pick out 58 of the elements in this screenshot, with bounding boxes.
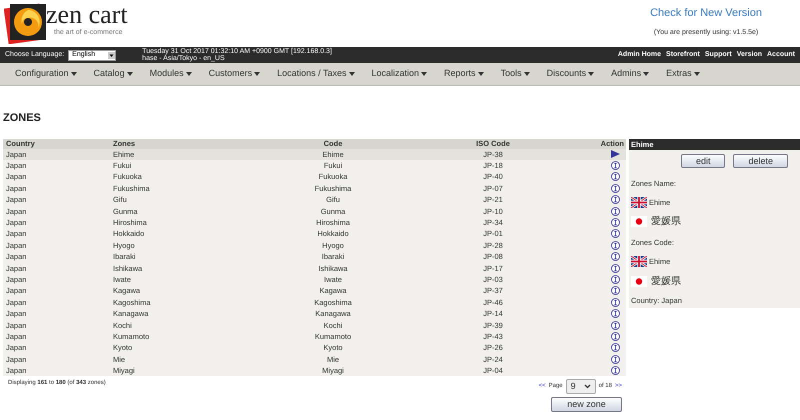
info-icon[interactable]	[611, 184, 620, 193]
info-icon[interactable]	[611, 274, 620, 284]
menu-item[interactable]: Customers	[208, 67, 260, 81]
info-icon[interactable]	[611, 252, 620, 262]
info-icon[interactable]	[611, 195, 620, 204]
info-icon[interactable]	[611, 286, 620, 296]
info-icon[interactable]	[611, 366, 620, 376]
info-icon[interactable]	[611, 206, 620, 216]
check-version-link[interactable]: Check for New Version	[650, 5, 762, 22]
caret-icon	[186, 72, 192, 76]
chevron-down-icon	[584, 384, 591, 390]
new-zone-button[interactable]: new zone	[551, 397, 622, 412]
flag-icon	[631, 256, 647, 268]
caret-icon	[478, 72, 484, 76]
zone-value: 愛媛県	[651, 216, 681, 227]
menu-item[interactable]: Discounts	[546, 67, 594, 81]
caret-icon	[126, 72, 133, 76]
caret-icon	[254, 72, 260, 76]
info-icon[interactable]	[611, 172, 620, 182]
menu-item[interactable]: Extras	[666, 67, 700, 81]
zone-value: 愛媛県	[651, 276, 681, 286]
caret-icon	[348, 72, 355, 76]
caret-icon	[588, 72, 594, 76]
menu-item[interactable]: Tools	[500, 67, 530, 81]
info-icon[interactable]	[611, 218, 620, 228]
menu-item[interactable]: Locations / Taxes	[277, 67, 355, 81]
menu-item[interactable]: Catalog	[94, 67, 133, 81]
delete-button[interactable]: delete	[733, 154, 788, 168]
caret-icon	[70, 72, 77, 76]
menu-item[interactable]: Localization	[372, 67, 428, 81]
caret-icon	[643, 72, 650, 76]
caret-icon	[421, 72, 428, 76]
menu-item[interactable]: Configuration	[15, 67, 77, 81]
info-icon[interactable]	[611, 309, 620, 318]
flag-icon	[631, 276, 647, 286]
info-icon[interactable]	[611, 161, 620, 170]
dropdown-arrow-icon	[108, 52, 116, 58]
info-icon[interactable]	[611, 354, 620, 364]
arrow-icon	[611, 150, 620, 158]
edit-button[interactable]: edit	[680, 154, 726, 168]
info-icon[interactable]	[611, 264, 620, 273]
swirl-logo-icon	[4, 2, 48, 44]
caret-icon	[524, 72, 530, 76]
info-icon[interactable]	[611, 332, 620, 341]
info-icon[interactable]	[611, 320, 620, 330]
flag-icon	[631, 196, 647, 208]
menu-item[interactable]: Modules	[150, 67, 192, 81]
info-icon[interactable]	[611, 229, 620, 238]
info-icon[interactable]	[611, 298, 620, 307]
menu-item[interactable]: Reports	[444, 67, 484, 81]
menu-item[interactable]: Admins	[611, 67, 650, 81]
info-icon[interactable]	[611, 240, 620, 250]
page-select[interactable]: 9	[566, 379, 596, 394]
logo-wordmark: zen cart	[46, 2, 128, 28]
info-icon[interactable]	[611, 343, 620, 352]
flag-icon	[631, 216, 647, 227]
page-title: ZONES	[2, 111, 42, 126]
caret-icon	[694, 72, 700, 76]
